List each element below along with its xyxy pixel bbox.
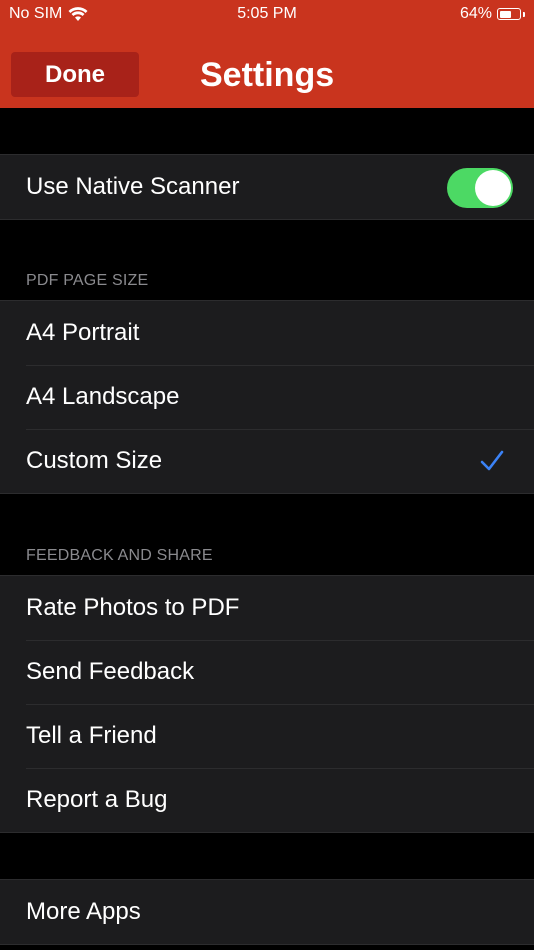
native-scanner-toggle[interactable]	[447, 168, 513, 208]
battery-fill	[499, 10, 512, 18]
option-a4-portrait[interactable]: A4 Portrait	[0, 301, 534, 365]
send-feedback-row[interactable]: Send Feedback	[0, 640, 534, 704]
pdf-page-size-header: PDF PAGE SIZE	[26, 272, 149, 289]
use-native-scanner-label: Use Native Scanner	[26, 173, 240, 200]
option-label: A4 Landscape	[26, 383, 180, 410]
status-bar: No SIM 5:05 PM 64%	[0, 0, 534, 28]
more-apps-section: More Apps	[0, 879, 534, 945]
page-title: Settings	[200, 56, 335, 94]
row-label: More Apps	[26, 898, 141, 925]
battery-icon	[497, 8, 521, 20]
report-a-bug-row[interactable]: Report a Bug	[0, 768, 534, 832]
tell-a-friend-row[interactable]: Tell a Friend	[0, 704, 534, 768]
row-label: Tell a Friend	[26, 722, 157, 749]
status-time: 5:05 PM	[237, 5, 297, 22]
battery-percent: 64%	[459, 5, 492, 22]
done-button[interactable]: Done	[11, 52, 139, 97]
feedback-and-share-header: FEEDBACK AND SHARE	[26, 547, 213, 564]
status-right: 64%	[460, 5, 525, 23]
more-apps-row[interactable]: More Apps	[0, 880, 534, 944]
checkmark-icon	[480, 450, 504, 471]
row-label: Report a Bug	[26, 786, 168, 813]
option-a4-landscape[interactable]: A4 Landscape	[0, 365, 534, 429]
row-label: Rate Photos to PDF	[26, 594, 240, 621]
rate-app-row[interactable]: Rate Photos to PDF	[0, 576, 534, 640]
navigation-header: No SIM 5:05 PM 64% Done Settings	[0, 0, 534, 108]
feedback-section: Rate Photos to PDF Send Feedback Tell a …	[0, 575, 534, 833]
pdf-page-size-section: A4 Portrait A4 Landscape Custom Size	[0, 300, 534, 494]
row-label: Send Feedback	[26, 658, 195, 685]
option-custom-size[interactable]: Custom Size	[0, 429, 534, 493]
use-native-scanner-row[interactable]: Use Native Scanner	[0, 155, 534, 219]
battery-cap	[523, 11, 525, 17]
toggle-knob	[475, 170, 511, 206]
option-label: A4 Portrait	[26, 319, 140, 346]
option-label: Custom Size	[26, 447, 163, 474]
scanner-section: Use Native Scanner	[0, 154, 534, 220]
